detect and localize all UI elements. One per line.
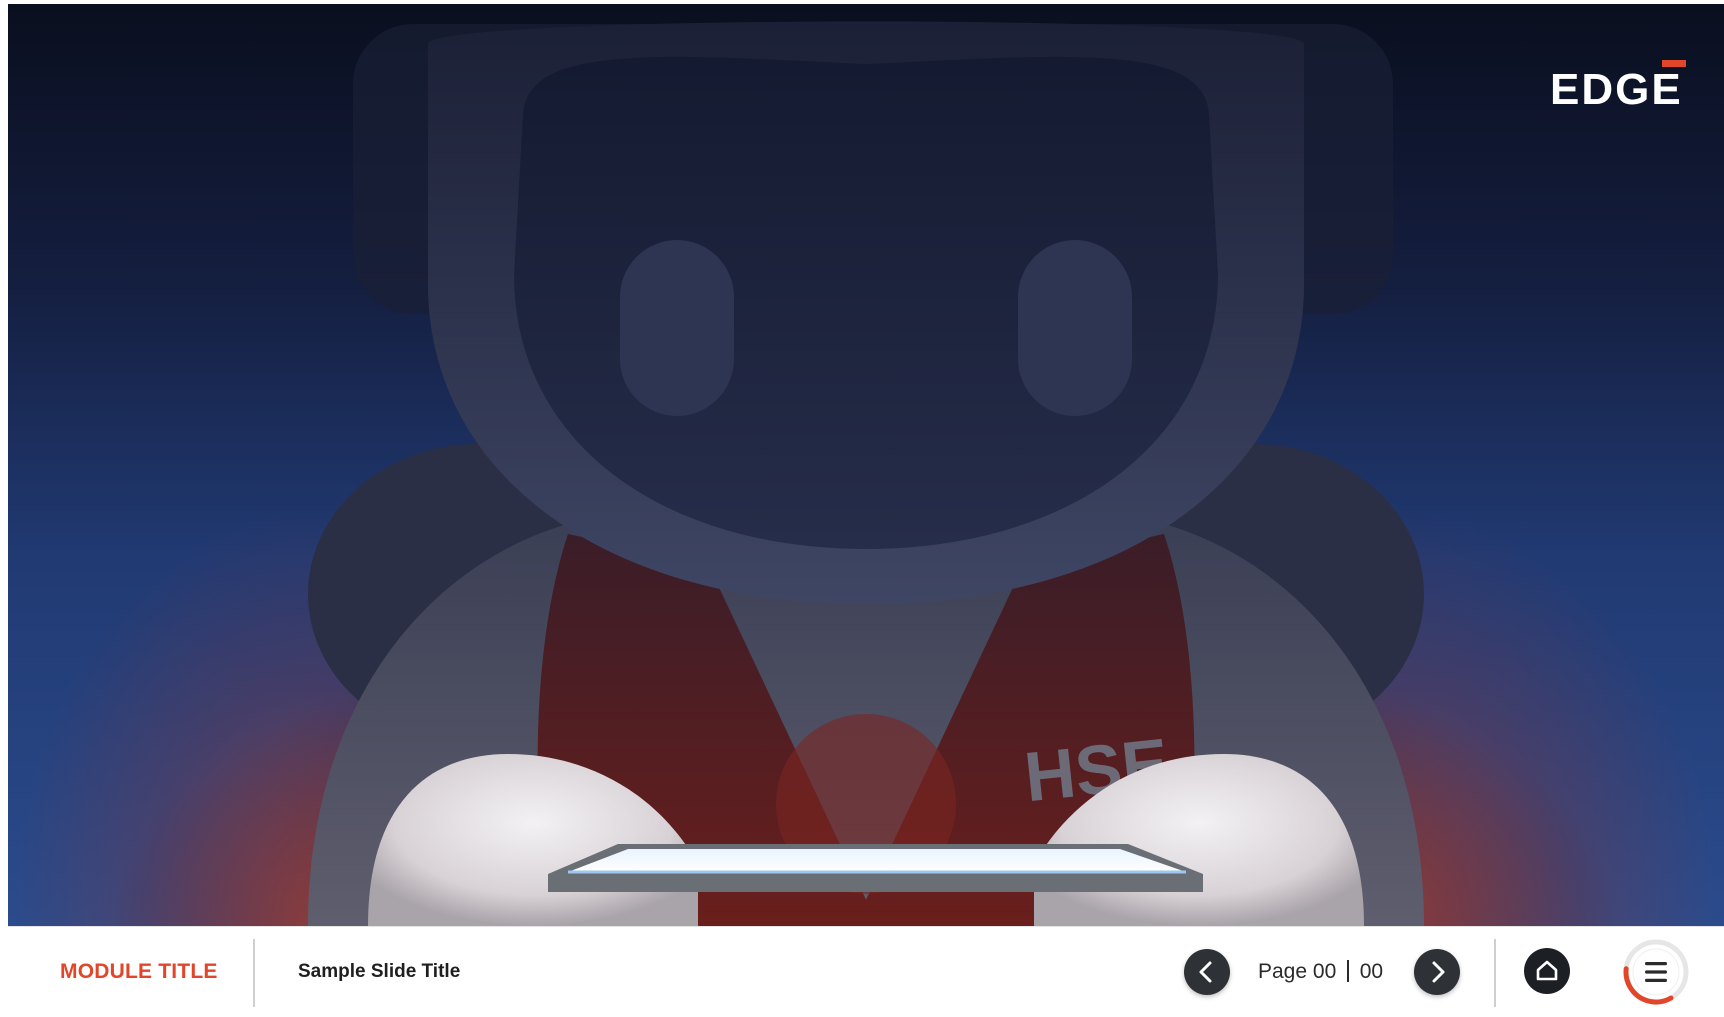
next-button[interactable] <box>1414 949 1460 995</box>
page-separator <box>1347 960 1349 982</box>
page-current: 00 <box>1312 960 1337 983</box>
chevron-right-icon <box>1432 961 1445 983</box>
home-icon <box>1536 960 1558 981</box>
edge-logo: EDGE <box>1550 60 1686 108</box>
slide-stage: HSE EDGE <box>8 4 1724 926</box>
logo-text: EDGE <box>1550 65 1683 108</box>
page-total: 00 <box>1359 960 1384 983</box>
menu-button[interactable] <box>1622 938 1690 1006</box>
robot-illustration: HSE <box>308 21 1424 926</box>
chevron-left-icon <box>1199 961 1212 983</box>
page-label: Page <box>1258 960 1308 983</box>
hamburger-menu-icon <box>1623 939 1689 1005</box>
slide-title: Sample Slide Title <box>298 961 461 982</box>
divider <box>253 939 255 1007</box>
divider <box>1494 939 1496 1007</box>
page-indicator: Page 00 00 <box>1258 927 1383 1017</box>
module-title: MODULE TITLE <box>60 960 218 983</box>
previous-button[interactable] <box>1184 949 1230 995</box>
navigation-footer: MODULE TITLE Sample Slide Title Page 00 0… <box>8 926 1724 1017</box>
home-button[interactable] <box>1524 948 1570 994</box>
